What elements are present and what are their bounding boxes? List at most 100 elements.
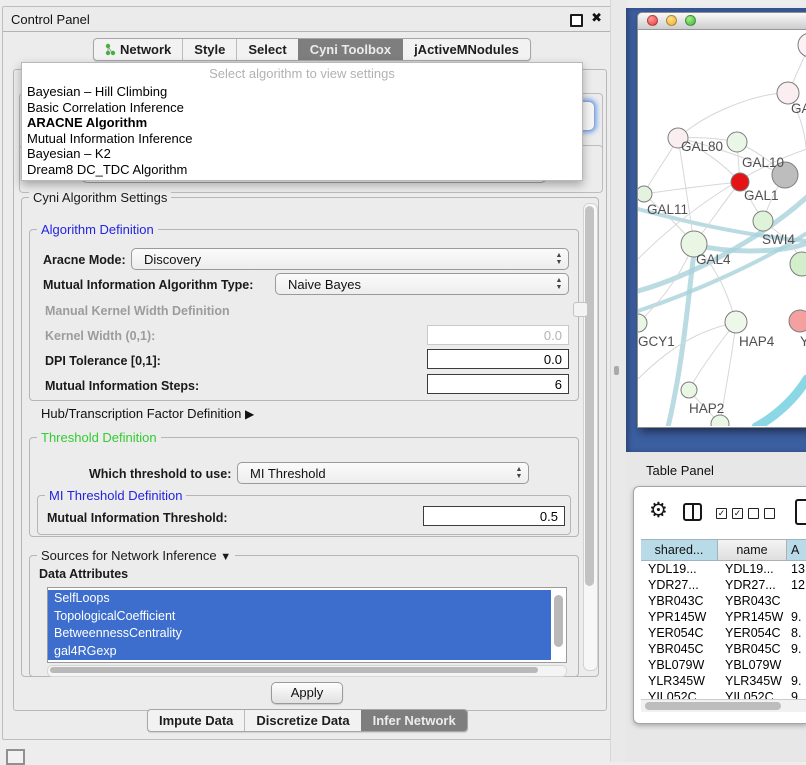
screen: { "window": {"title": "Control Panel"}, … <box>0 0 806 762</box>
list-hscrollbar[interactable] <box>47 665 567 677</box>
data-attribute-item[interactable]: TopologicalCoefficient <box>48 608 551 626</box>
control-panel-tabs: Network Style Select Cyni Toolbox jActiv… <box>93 38 531 61</box>
scrollbar-thumb[interactable] <box>50 667 538 673</box>
tab-select[interactable]: Select <box>236 39 297 60</box>
table-row[interactable]: YBR045CYBR045C9. <box>641 641 806 657</box>
chevron-down-icon[interactable]: ▼ <box>220 551 231 563</box>
tab-cyni-toolbox[interactable]: Cyni Toolbox <box>298 39 402 60</box>
network-edge[interactable] <box>756 379 806 426</box>
network-edge[interactable] <box>689 322 736 390</box>
scrollbar-thumb[interactable] <box>585 206 594 586</box>
table-row[interactable]: YDR27...YDR27...12 <box>641 577 806 593</box>
data-attributes-items: SelfLoopsTopologicalCoefficientBetweenne… <box>48 588 566 660</box>
close-traffic-light[interactable] <box>647 15 658 26</box>
tab-style[interactable]: Style <box>182 39 236 60</box>
apply-button[interactable]: Apply <box>271 682 343 704</box>
group-title: Sources for Network Inference ▼ <box>37 548 235 563</box>
minimize-traffic-light[interactable] <box>666 15 677 26</box>
table-hscrollbar[interactable] <box>641 699 806 712</box>
mi-steps-label: Mutual Information Steps: <box>45 379 199 393</box>
splitter-handle[interactable] <box>614 366 619 375</box>
network-node[interactable] <box>753 211 773 231</box>
table-row[interactable]: YBL079WYBL079W <box>641 657 806 673</box>
data-attribute-item[interactable]: SelfLoops <box>48 590 551 608</box>
mi-steps-field[interactable]: 6 <box>427 374 569 394</box>
hub-definition-toggle[interactable]: Hub/Transcription Factor Definition ▶ <box>41 406 254 421</box>
network-node[interactable] <box>638 186 652 202</box>
data-attributes-list[interactable]: SelfLoopsTopologicalCoefficientBetweenne… <box>47 587 567 663</box>
panel-icon[interactable] <box>795 499 806 525</box>
table-row[interactable]: YER054CYER054C8. <box>641 625 806 641</box>
scrollbar-thumb[interactable] <box>645 702 781 710</box>
tab-jactivemnodules[interactable]: jActiveMNodules <box>402 39 530 60</box>
network-node[interactable] <box>727 132 747 152</box>
tab-infer-network[interactable]: Infer Network <box>361 710 467 731</box>
algorithm-option[interactable]: Bayesian – K2 <box>22 146 582 162</box>
aracne-mode-combo[interactable]: Discovery ▲▼ <box>131 248 569 270</box>
network-edge[interactable] <box>678 93 788 138</box>
panel-title: Control Panel <box>11 12 90 27</box>
network-node[interactable] <box>789 310 806 332</box>
manual-kernel-label: Manual Kernel Width Definition <box>45 304 230 318</box>
network-node[interactable] <box>681 382 697 398</box>
stepper-icon: ▲▼ <box>550 277 568 291</box>
group-title: Threshold Definition <box>37 430 161 445</box>
node-label: Y <box>800 334 806 349</box>
network-node[interactable] <box>798 33 806 57</box>
which-threshold-combo[interactable]: MI Threshold ▲▼ <box>237 462 529 484</box>
table-cell: 9. <box>787 609 801 625</box>
network-window-titlebar[interactable] <box>638 13 806 30</box>
network-node[interactable] <box>725 311 747 333</box>
column-header[interactable]: A <box>787 539 806 561</box>
algorithm-option[interactable]: Basic Correlation Inference <box>22 100 582 116</box>
dpi-tolerance-field[interactable]: 0.0 <box>427 349 569 369</box>
kernel-width-field[interactable]: 0.0 <box>427 325 569 345</box>
network-canvas[interactable]: GALGAL80GAL10GAL1GAL11SWI4GAL4GCY1HAP4YH… <box>638 29 806 426</box>
column-header[interactable]: shared... <box>641 539 718 561</box>
column-header[interactable]: name <box>718 539 787 561</box>
table-row[interactable]: YPR145WYPR145W9. <box>641 609 806 625</box>
tab-discretize-data[interactable]: Discretize Data <box>244 710 360 731</box>
data-attribute-item[interactable]: BetweennessCentrality <box>48 625 551 643</box>
network-node[interactable] <box>790 252 806 276</box>
network-window[interactable]: GALGAL80GAL10GAL1GAL11SWI4GAL4GCY1HAP4YH… <box>637 12 806 428</box>
scrollbar-thumb[interactable] <box>554 595 563 647</box>
algorithm-option[interactable]: Dream8 DC_TDC Algorithm <box>22 162 582 178</box>
list-scrollbar[interactable] <box>552 589 565 661</box>
zoom-traffic-light[interactable] <box>685 15 696 26</box>
deselect-all-columns-icon[interactable] <box>748 508 775 519</box>
float-window-icon[interactable] <box>570 14 583 27</box>
table-cell: YLR345W <box>718 673 787 689</box>
table-row[interactable]: YBR043CYBR043C <box>641 593 806 609</box>
table-row[interactable]: YDL19...YDL19...13 <box>641 561 806 577</box>
aracne-mode-label: Aracne Mode: <box>43 253 126 267</box>
panel-splitter[interactable] <box>610 0 627 762</box>
tab-impute-data[interactable]: Impute Data <box>148 710 244 731</box>
table-cell: YER054C <box>641 625 718 641</box>
network-node[interactable] <box>638 314 647 332</box>
mi-type-combo[interactable]: Naive Bayes ▲▼ <box>275 273 569 295</box>
algorithm-option[interactable]: Bayesian – Hill Climbing <box>22 84 582 100</box>
select-all-columns-icon[interactable]: ✓✓ <box>716 508 743 519</box>
table-row[interactable]: YLR345WYLR345W9. <box>641 673 806 689</box>
settings-scrollbar[interactable] <box>583 203 598 671</box>
which-threshold-label: Which threshold to use: <box>89 467 231 481</box>
mi-threshold-field[interactable]: 0.5 <box>423 506 565 526</box>
minimized-panel-icon[interactable] <box>6 749 25 765</box>
gear-icon[interactable]: ⚙ <box>649 500 668 521</box>
table-row[interactable]: YIL052CYIL052C9 <box>641 689 806 699</box>
manual-kernel-checkbox[interactable] <box>573 302 588 317</box>
tab-label: Infer Network <box>373 713 456 728</box>
kernel-width-label: Kernel Width (0,1): <box>45 329 155 343</box>
close-icon[interactable]: ✖ <box>591 10 602 26</box>
algorithm-option[interactable]: Mutual Information Inference <box>22 131 582 147</box>
tab-network[interactable]: Network <box>94 39 182 60</box>
tab-label: Network <box>120 42 171 57</box>
dpi-tolerance-label: DPI Tolerance [0,1]: <box>45 354 161 368</box>
data-attribute-item[interactable]: gal4RGexp <box>48 643 551 661</box>
columns-icon[interactable] <box>683 503 702 521</box>
algorithm-option[interactable]: ARACNE Algorithm <box>22 115 582 131</box>
control-panel-titlebar: Control Panel ✖ <box>3 7 610 32</box>
table-cell: YDL19... <box>718 561 787 577</box>
node-label: GAL1 <box>744 188 779 203</box>
